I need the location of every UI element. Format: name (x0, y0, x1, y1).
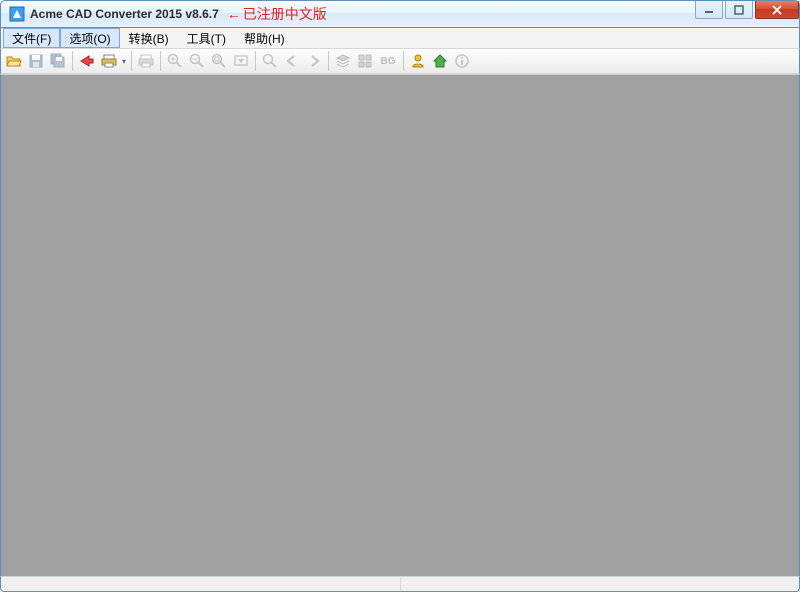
layers-button[interactable] (332, 50, 354, 72)
zoom-window-button[interactable] (230, 50, 252, 72)
register-button[interactable] (407, 50, 429, 72)
dropdown-arrow-icon[interactable]: ▾ (120, 57, 128, 66)
save-button[interactable] (25, 50, 47, 72)
menu-file[interactable]: 文件(F) (3, 28, 60, 48)
layouts-button[interactable] (354, 50, 376, 72)
close-button[interactable] (755, 1, 799, 19)
toolbar-separator (131, 51, 132, 71)
menu-convert[interactable]: 转换(B) (120, 28, 178, 48)
window-controls (693, 1, 799, 19)
zoom-in-button[interactable] (164, 50, 186, 72)
menubar: 文件(F) 选项(O) 转换(B) 工具(T) 帮助(H) (0, 28, 800, 48)
zoom-fit-button[interactable] (208, 50, 230, 72)
status-cell-1 (1, 577, 401, 591)
registration-annotation: ← 已注册中文版 (227, 4, 327, 24)
home-button[interactable] (429, 50, 451, 72)
minimize-button[interactable] (695, 1, 723, 19)
print-dropdown-button[interactable] (98, 50, 120, 72)
convert-button[interactable] (76, 50, 98, 72)
open-button[interactable] (3, 50, 25, 72)
annotation-text: 已注册中文版 (243, 4, 327, 24)
toolbar-separator (328, 51, 329, 71)
zoom-out-button[interactable] (186, 50, 208, 72)
toolbar: ▾ BG (0, 48, 800, 74)
statusbar (0, 576, 800, 592)
toolbar-separator (403, 51, 404, 71)
toolbar-separator (255, 51, 256, 71)
menu-tools[interactable]: 工具(T) (178, 28, 235, 48)
toolbar-separator (72, 51, 73, 71)
next-button[interactable] (303, 50, 325, 72)
maximize-button[interactable] (725, 1, 753, 19)
window-title: Acme CAD Converter 2015 v8.6.7 (30, 7, 219, 21)
arrow-left-icon: ← (227, 6, 241, 22)
prev-button[interactable] (281, 50, 303, 72)
menu-help[interactable]: 帮助(H) (235, 28, 294, 48)
print-button[interactable] (135, 50, 157, 72)
pan-button[interactable] (259, 50, 281, 72)
status-cell-2 (401, 577, 800, 591)
menu-options[interactable]: 选项(O) (60, 28, 119, 48)
titlebar: Acme CAD Converter 2015 v8.6.7 ← 已注册中文版 (0, 0, 800, 28)
save-all-button[interactable] (47, 50, 69, 72)
info-button[interactable] (451, 50, 473, 72)
toolbar-separator (160, 51, 161, 71)
background-toggle-button[interactable]: BG (376, 50, 400, 72)
app-icon (9, 6, 25, 22)
canvas-workspace[interactable] (0, 74, 800, 576)
